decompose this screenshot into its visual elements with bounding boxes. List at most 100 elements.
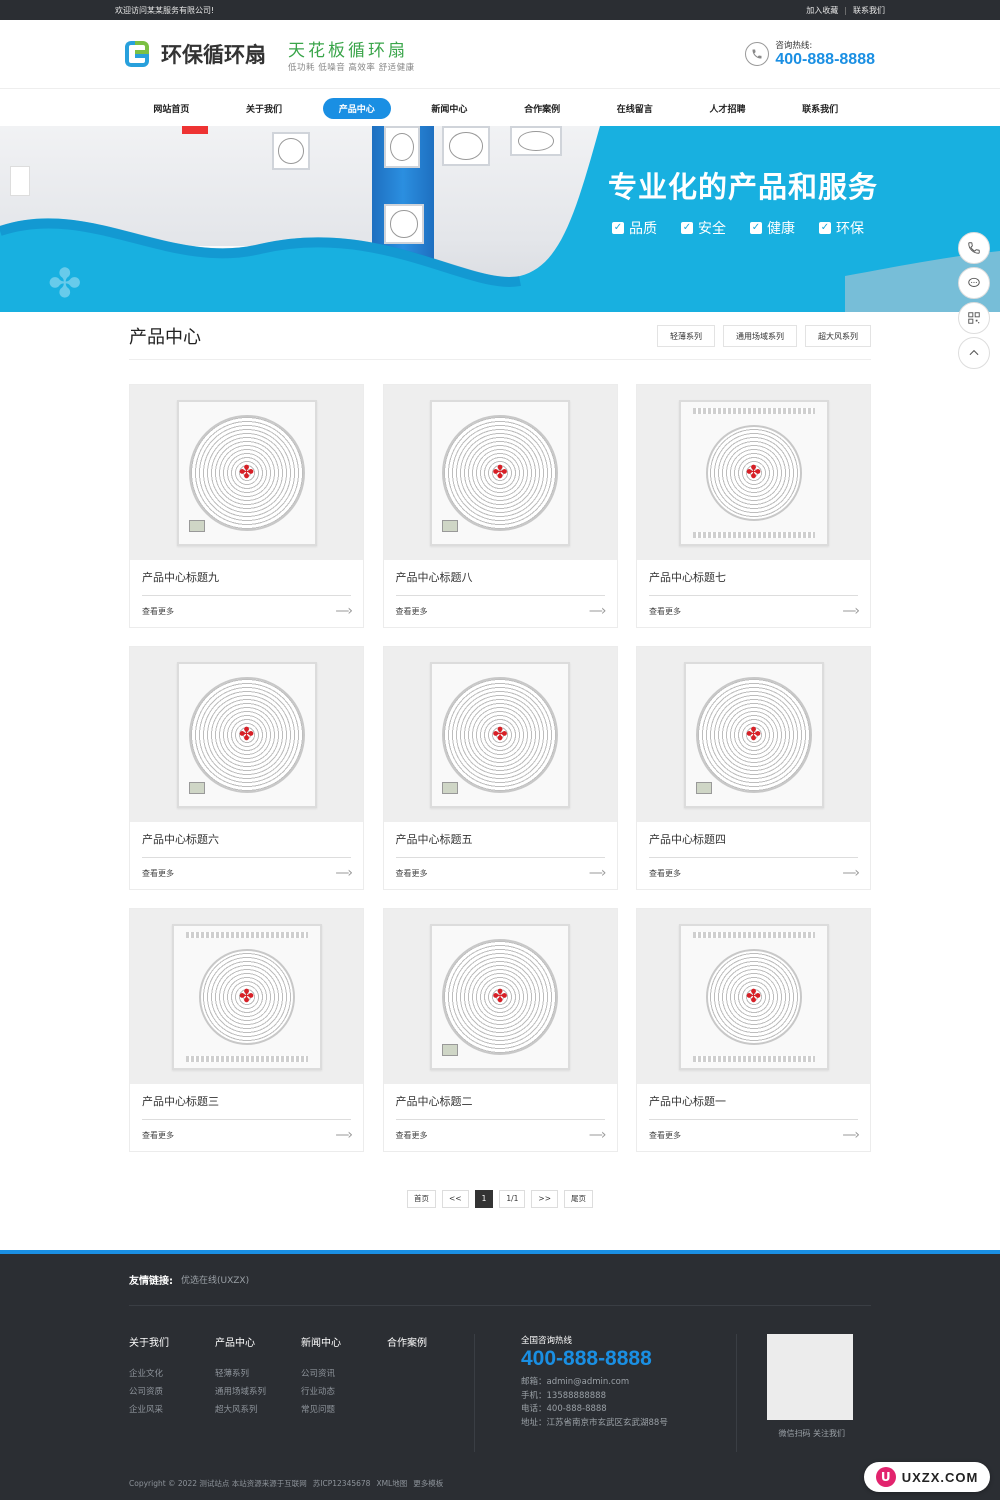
last-page-button[interactable]: 尾页 [564, 1190, 593, 1208]
view-more-link[interactable]: 查看更多 [142, 1130, 174, 1141]
more-templates-link[interactable]: 更多模板 [413, 1478, 443, 1489]
product-card[interactable]: ✤ 产品中心标题一查看更多 —› [636, 908, 871, 1152]
sitemap-link[interactable]: XML地图 [376, 1478, 407, 1489]
contact-title: 全国咨询热线 [521, 1336, 573, 1346]
view-more-link[interactable]: 查看更多 [396, 868, 428, 879]
product-title[interactable]: 产品中心标题二 [395, 1084, 605, 1120]
nav-item-7[interactable]: 联系我们 [774, 98, 867, 119]
product-card[interactable]: ✤ 产品中心标题五查看更多 —› [382, 646, 618, 890]
filter-button-2[interactable]: 超大风系列 [805, 324, 871, 347]
footer-link[interactable]: 通用场域系列 [215, 1383, 301, 1401]
arrow-right-icon: —› [588, 865, 607, 881]
add-favorite-link[interactable]: 加入收藏 [806, 5, 838, 16]
header: 环保循环扇 天花板循环扇 低功耗 低噪音 高效率 舒适健康 咨询热线: 400-… [0, 20, 1000, 88]
phone-tool-button[interactable] [958, 232, 990, 264]
arrow-right-icon: —› [842, 1127, 860, 1143]
product-image[interactable]: ✤ [130, 647, 363, 822]
product-title[interactable]: 产品中心标题四 [649, 822, 858, 858]
next-page-button[interactable]: >> [531, 1190, 558, 1208]
product-card[interactable]: ✤ 产品中心标题六 查看更多 —› [129, 646, 364, 890]
view-more-link[interactable]: 查看更多 [649, 1130, 681, 1141]
contact-us-link[interactable]: 联系我们 [853, 5, 885, 16]
banner-feature: ✓ 环保 [819, 218, 864, 238]
nav-item-3[interactable]: 新闻中心 [403, 98, 496, 119]
copyright: Copyright © 2022 测试站点 本站资源来源于互联网 苏ICP123… [129, 1478, 871, 1489]
qrcode-image [767, 1334, 853, 1420]
footer-link[interactable]: 企业文化 [129, 1365, 215, 1383]
product-card[interactable]: ✤ 产品中心标题九 查看更多 —› [129, 384, 364, 628]
view-more-link[interactable]: 查看更多 [649, 606, 681, 617]
product-title[interactable]: 产品中心标题一 [649, 1084, 858, 1120]
footer-link[interactable]: 公司资讯 [301, 1365, 387, 1383]
divider: | [844, 5, 847, 15]
nav-item-label[interactable]: 网站首页 [137, 98, 205, 119]
view-more-link[interactable]: 查看更多 [396, 1130, 428, 1141]
product-title[interactable]: 产品中心标题九 [142, 560, 351, 596]
product-image[interactable]: ✤ [383, 647, 617, 822]
nav-item-label[interactable]: 产品中心 [322, 97, 391, 119]
product-image[interactable]: ✤ [637, 647, 870, 822]
contact-email: 邮箱：admin@admin.com [521, 1377, 630, 1387]
nav-item-6[interactable]: 人才招聘 [681, 98, 774, 119]
product-image[interactable]: ✤ [637, 385, 870, 560]
nav-item-label[interactable]: 人才招聘 [693, 98, 761, 119]
footer-link[interactable]: 企业风采 [129, 1401, 215, 1419]
nav-item-label[interactable]: 联系我们 [786, 98, 854, 119]
product-title[interactable]: 产品中心标题八 [395, 560, 605, 596]
product-card[interactable]: ✤ 产品中心标题七 查看更多 —› [636, 384, 871, 628]
prev-page-button[interactable]: << [441, 1190, 469, 1208]
footer-column-title[interactable]: 关于我们 [129, 1334, 215, 1349]
footer-link[interactable]: 超大风系列 [215, 1401, 301, 1419]
product-title[interactable]: 产品中心标题六 [142, 822, 351, 858]
footer-column-title[interactable]: 新闻中心 [301, 1334, 387, 1349]
first-page-button[interactable]: 首页 [406, 1190, 436, 1208]
nav-item-4[interactable]: 合作案例 [496, 98, 589, 119]
product-card[interactable]: ✤ 产品中心标题三 查看更多 —› [129, 908, 364, 1152]
footer-link[interactable]: 行业动态 [301, 1383, 387, 1401]
qrcode-tool-button[interactable] [958, 302, 990, 334]
product-card[interactable]: ✤ 产品中心标题四 查看更多 —› [636, 646, 871, 890]
top-links: 加入收藏 | 联系我们 [806, 5, 885, 16]
product-image[interactable]: ✤ [130, 909, 363, 1084]
product-title[interactable]: 产品中心标题七 [649, 560, 858, 596]
current-page-button[interactable]: 1 [474, 1190, 494, 1208]
product-image[interactable]: ✤ [383, 385, 617, 560]
view-more-link[interactable]: 查看更多 [142, 868, 174, 879]
product-card[interactable]: ✤ 产品中心标题二 查看更多 —› [382, 908, 618, 1152]
product-card[interactable]: ✤ 产品中心标题八查看更多 —› [382, 384, 618, 628]
page-title: 产品中心 [129, 326, 201, 348]
product-title[interactable]: 产品中心标题五 [395, 822, 605, 858]
nav-item-0[interactable]: 网站首页 [125, 98, 218, 119]
fan-image: ✤ [678, 923, 829, 1070]
hotline: 咨询热线: 400-888-8888 [745, 39, 875, 69]
brand-slogan: 天花板循环扇 低功耗 低噪音 高效率 舒适健康 [288, 36, 415, 73]
nav-item-label[interactable]: 新闻中心 [415, 98, 483, 119]
qrcode-icon [968, 312, 980, 324]
view-more-link[interactable]: 查看更多 [396, 606, 428, 617]
nav-item-label[interactable]: 合作案例 [508, 98, 576, 119]
filter-button-1[interactable]: 通用场域系列 [723, 324, 797, 347]
back-to-top-button[interactable] [958, 337, 990, 369]
view-more-link[interactable]: 查看更多 [142, 606, 174, 617]
arrow-right-icon: —› [588, 603, 607, 619]
footer-column-title[interactable]: 合作案例 [387, 1334, 473, 1349]
footer-link[interactable]: 常见问题 [301, 1401, 387, 1419]
brand[interactable]: 环保循环扇 天花板循环扇 低功耗 低噪音 高效率 舒适健康 [125, 36, 415, 73]
view-more-link[interactable]: 查看更多 [649, 868, 681, 879]
message-tool-button[interactable] [958, 267, 990, 299]
filter-button-0[interactable]: 轻薄系列 [657, 324, 715, 347]
footer-link[interactable]: 公司资质 [129, 1383, 215, 1401]
footer-link[interactable]: 轻薄系列 [215, 1365, 301, 1383]
icp-link[interactable]: 苏ICP12345678 [313, 1478, 371, 1489]
nav-item-1[interactable]: 关于我们 [218, 98, 311, 119]
product-image[interactable]: ✤ [383, 909, 617, 1084]
footer-column-title[interactable]: 产品中心 [215, 1334, 301, 1349]
product-image[interactable]: ✤ [130, 385, 363, 560]
nav-item-2[interactable]: 产品中心 [310, 97, 403, 119]
nav-item-5[interactable]: 在线留言 [588, 98, 681, 119]
product-title[interactable]: 产品中心标题三 [142, 1084, 351, 1120]
product-image[interactable]: ✤ [637, 909, 870, 1084]
friend-link[interactable]: 优选在线(UXZX) [181, 1273, 249, 1286]
nav-item-label[interactable]: 在线留言 [601, 98, 669, 119]
nav-item-label[interactable]: 关于我们 [230, 98, 298, 119]
